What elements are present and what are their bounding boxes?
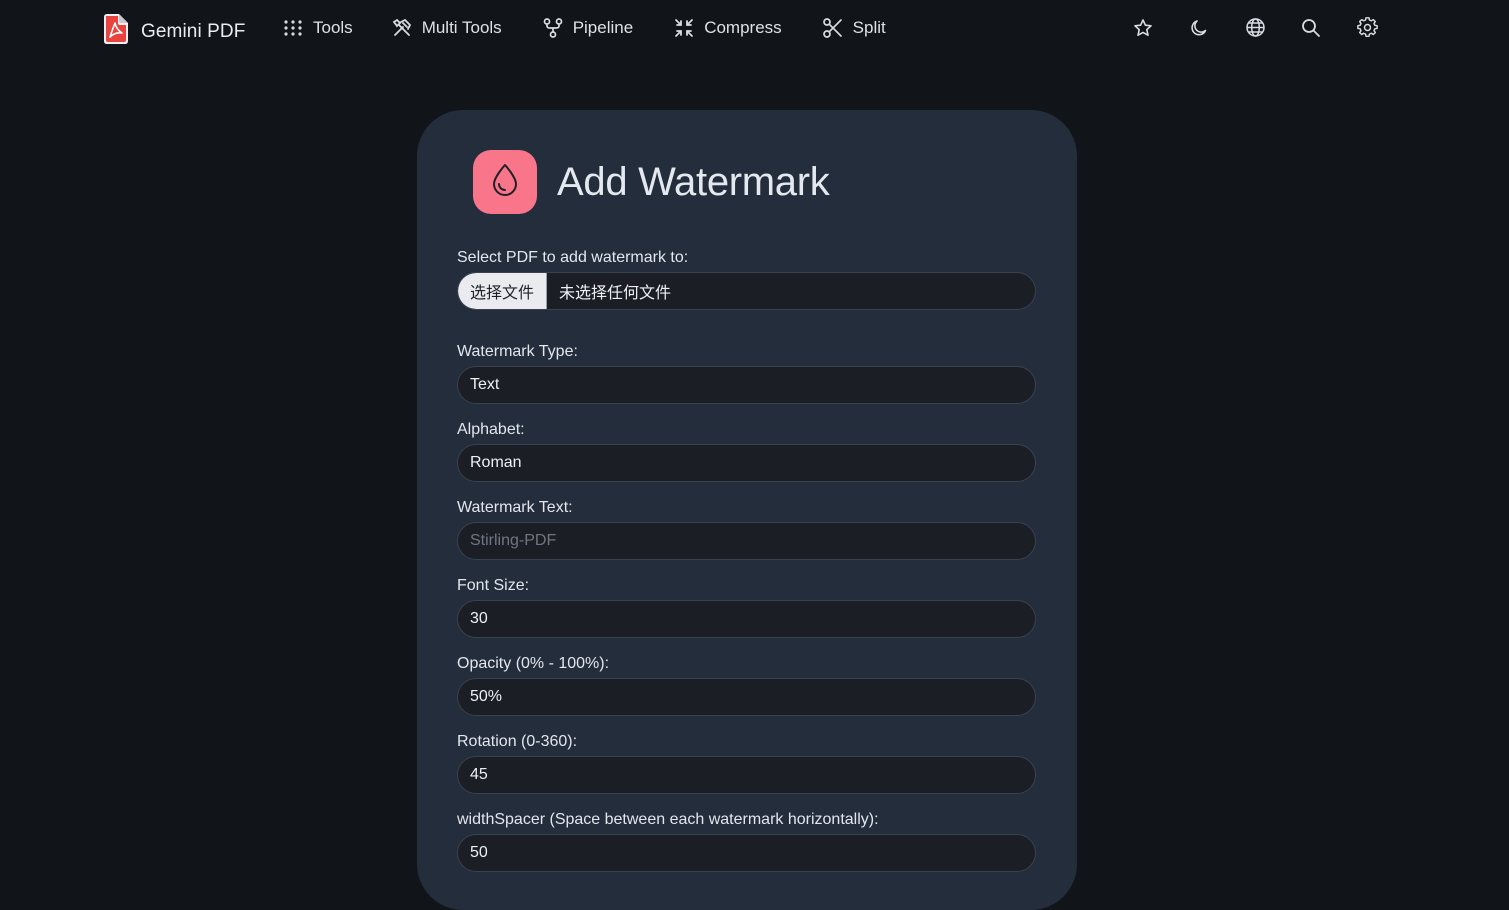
width-spacer-label: widthSpacer (Space between each watermar… [457,811,879,828]
page-title: Add Watermark [557,159,830,204]
file-field: Select PDF to add watermark to: 选择文件 未选择… [457,248,1036,310]
pipeline-icon [542,17,564,39]
nav-label: Split [852,18,886,37]
globe-icon [1245,17,1266,43]
dark-mode-button[interactable] [1187,18,1211,42]
brand-link[interactable]: Gemini PDF [102,13,245,50]
nav-item-pipeline[interactable]: Pipeline [542,17,634,39]
font-size-field: Font Size: 30 [457,576,1036,638]
language-button[interactable] [1243,18,1267,42]
watermark-card: Add Watermark Select PDF to add watermar… [417,110,1077,910]
favorites-button[interactable] [1131,18,1155,42]
opacity-label: Opacity (0% - 100%): [457,655,610,672]
watermark-text-field: Watermark Text: Stirling-PDF [457,498,1036,560]
nav-label: Multi Tools [421,18,502,37]
moon-icon [1189,18,1209,43]
brand-name: Gemini PDF [141,20,246,42]
nav-item-split[interactable]: Split [822,17,886,39]
scissors-icon [822,17,844,39]
opacity-field: Opacity (0% - 100%): 50% [457,654,1036,716]
rotation-input[interactable]: 45 [457,756,1036,794]
tools-icon [391,17,413,39]
alphabet-select[interactable]: Roman [457,444,1036,482]
main-nav: Tools Multi Tools Pipeline Compress Spli… [282,17,886,39]
droplet-icon [488,162,522,203]
font-size-label: Font Size: [457,577,530,594]
nav-label: Compress [704,18,782,37]
choose-file-button[interactable]: 选择文件 [458,273,548,309]
search-icon [1301,18,1321,43]
opacity-input[interactable]: 50% [457,678,1036,716]
pdf-file-input[interactable]: 选择文件 未选择任何文件 [457,272,1036,310]
nav-toolbar [1131,17,1379,43]
width-spacer-field: widthSpacer (Space between each watermar… [457,810,1036,872]
watermark-text-input[interactable]: Stirling-PDF [457,522,1036,560]
alphabet-field: Alphabet: Roman [457,420,1036,482]
settings-button[interactable] [1355,17,1379,43]
nav-item-tools[interactable]: Tools [282,17,353,39]
star-icon [1133,18,1153,43]
pdf-logo-icon [102,13,130,50]
file-label: Select PDF to add watermark to: [457,249,689,266]
search-button[interactable] [1299,18,1323,42]
navbar: Gemini PDF Tools Multi Tools Pipeline Co… [0,0,1509,62]
nav-label: Tools [313,18,353,37]
width-spacer-input[interactable]: 50 [457,834,1036,872]
nav-label: Pipeline [572,18,634,37]
font-size-input[interactable]: 30 [457,600,1036,638]
watermark-type-label: Watermark Type: [457,343,578,360]
watermark-type-select[interactable]: Text [457,366,1036,404]
file-status: 未选择任何文件 [559,285,672,302]
rotation-field: Rotation (0-360): 45 [457,732,1036,794]
watermark-text-label: Watermark Text: [457,499,573,516]
gear-icon [1356,17,1378,43]
nav-item-multi-tools[interactable]: Multi Tools [391,17,502,39]
compress-icon [673,17,695,39]
nav-item-compress[interactable]: Compress [673,17,782,39]
tool-icon-badge [473,150,537,214]
rotation-label: Rotation (0-360): [457,733,578,750]
grid-dots-icon [282,17,304,39]
watermark-type-field: Watermark Type: Text [457,342,1036,404]
card-header: Add Watermark [473,150,830,214]
alphabet-label: Alphabet: [457,421,525,438]
